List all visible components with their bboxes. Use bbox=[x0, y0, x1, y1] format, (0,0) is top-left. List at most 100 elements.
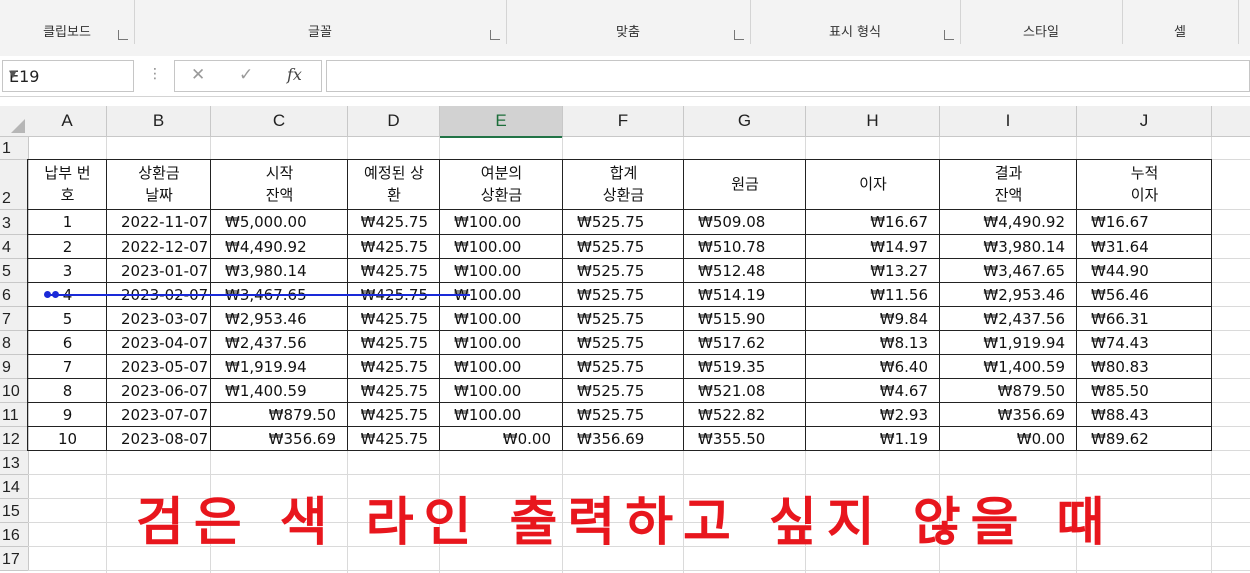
table-cell[interactable]: ₩425.75 bbox=[348, 382, 440, 400]
table-cell[interactable]: ₩515.90 bbox=[684, 310, 806, 328]
enter-icon[interactable]: ✓ bbox=[239, 65, 253, 85]
table-cell[interactable]: ₩425.75 bbox=[348, 334, 440, 352]
table-cell[interactable]: ₩16.67 bbox=[1077, 213, 1212, 231]
table-cell[interactable]: ₩517.62 bbox=[684, 334, 806, 352]
table-header-cell[interactable]: 여분의 상환금 bbox=[440, 162, 563, 206]
more-options-icon[interactable]: ⋮ bbox=[148, 66, 162, 82]
table-cell[interactable]: 2023-04-07 bbox=[107, 334, 211, 352]
table-cell[interactable]: ₩525.75 bbox=[563, 262, 684, 280]
table-cell[interactable]: 2023-07-07 bbox=[107, 406, 211, 424]
table-cell[interactable]: ₩2,953.46 bbox=[940, 286, 1077, 304]
table-cell[interactable]: ₩525.75 bbox=[563, 213, 684, 231]
table-cell[interactable]: ₩1,400.59 bbox=[211, 382, 348, 400]
table-cell[interactable]: ₩525.75 bbox=[563, 382, 684, 400]
row-header[interactable]: 8 bbox=[0, 331, 29, 355]
table-cell[interactable]: ₩3,980.14 bbox=[211, 262, 348, 280]
table-cell[interactable]: ₩2.93 bbox=[806, 406, 940, 424]
table-cell[interactable]: ₩4,490.92 bbox=[940, 213, 1077, 231]
chevron-down-icon[interactable]: ▼ bbox=[9, 69, 127, 80]
table-cell[interactable]: ₩100.00 bbox=[440, 238, 563, 256]
table-cell[interactable]: ₩85.50 bbox=[1077, 382, 1212, 400]
table-header-cell[interactable]: 합계 상환금 bbox=[563, 162, 684, 206]
table-cell[interactable]: ₩80.83 bbox=[1077, 358, 1212, 376]
table-header-cell[interactable]: 시작 잔액 bbox=[211, 162, 348, 206]
table-cell[interactable]: ₩525.75 bbox=[563, 358, 684, 376]
table-cell[interactable]: ₩879.50 bbox=[211, 406, 348, 424]
table-cell[interactable]: ₩100.00 bbox=[440, 213, 563, 231]
table-cell[interactable]: ₩522.82 bbox=[684, 406, 806, 424]
table-header-cell[interactable]: 원금 bbox=[684, 173, 806, 195]
insert-function-icon[interactable]: fx bbox=[287, 65, 302, 84]
table-cell[interactable]: 5 bbox=[28, 310, 107, 328]
table-cell[interactable]: ₩100.00 bbox=[440, 358, 563, 376]
table-cell[interactable]: ₩0.00 bbox=[440, 430, 563, 448]
table-cell[interactable]: 9 bbox=[28, 406, 107, 424]
column-header-g[interactable]: G bbox=[684, 106, 806, 137]
column-header-h[interactable]: H bbox=[806, 106, 940, 137]
table-cell[interactable]: ₩519.35 bbox=[684, 358, 806, 376]
table-cell[interactable]: ₩355.50 bbox=[684, 430, 806, 448]
table-cell[interactable]: ₩2,437.56 bbox=[940, 310, 1077, 328]
table-header-cell[interactable]: 상환금 날짜 bbox=[107, 162, 211, 206]
table-cell[interactable]: ₩425.75 bbox=[348, 358, 440, 376]
column-header-a[interactable]: A bbox=[28, 106, 107, 137]
table-cell[interactable]: ₩9.84 bbox=[806, 310, 940, 328]
table-header-cell[interactable]: 이자 bbox=[806, 173, 940, 195]
table-cell[interactable]: ₩2,953.46 bbox=[211, 310, 348, 328]
column-header-d[interactable]: D bbox=[348, 106, 440, 137]
table-cell[interactable]: 7 bbox=[28, 358, 107, 376]
table-cell[interactable]: ₩2,437.56 bbox=[211, 334, 348, 352]
table-cell[interactable]: ₩525.75 bbox=[563, 310, 684, 328]
table-cell[interactable]: ₩5,000.00 bbox=[211, 213, 348, 231]
row-header[interactable]: 4 bbox=[0, 235, 29, 259]
table-cell[interactable]: 2022-12-07 bbox=[107, 238, 211, 256]
table-cell[interactable]: ₩11.56 bbox=[806, 286, 940, 304]
table-cell[interactable]: ₩14.97 bbox=[806, 238, 940, 256]
table-cell[interactable]: ₩66.31 bbox=[1077, 310, 1212, 328]
table-cell[interactable]: ₩88.43 bbox=[1077, 406, 1212, 424]
table-header-cell[interactable]: 예정된 상환 bbox=[348, 162, 440, 206]
column-header-e[interactable]: E bbox=[440, 106, 563, 138]
row-header[interactable]: 13 bbox=[0, 451, 29, 475]
column-header-f[interactable]: F bbox=[563, 106, 684, 137]
column-header-b[interactable]: B bbox=[107, 106, 211, 137]
table-cell[interactable]: ₩425.75 bbox=[348, 406, 440, 424]
table-cell[interactable]: ₩1,919.94 bbox=[940, 334, 1077, 352]
column-header-i[interactable]: I bbox=[940, 106, 1077, 137]
table-cell[interactable]: ₩3,467.65 bbox=[940, 262, 1077, 280]
column-header-j[interactable]: J bbox=[1077, 106, 1212, 137]
dialog-launcher-icon[interactable] bbox=[490, 30, 500, 40]
table-cell[interactable]: ₩525.75 bbox=[563, 286, 684, 304]
table-cell[interactable]: ₩521.08 bbox=[684, 382, 806, 400]
table-cell[interactable]: ₩425.75 bbox=[348, 310, 440, 328]
table-cell[interactable]: ₩510.78 bbox=[684, 238, 806, 256]
table-cell[interactable]: ₩100.00 bbox=[440, 334, 563, 352]
cancel-icon[interactable]: ✕ bbox=[191, 65, 205, 85]
table-cell[interactable]: 2022-11-07 bbox=[107, 213, 211, 231]
table-cell[interactable]: ₩100.00 bbox=[440, 262, 563, 280]
row-header[interactable]: 17 bbox=[0, 547, 29, 571]
table-cell[interactable]: ₩425.75 bbox=[348, 213, 440, 231]
table-cell[interactable]: ₩8.13 bbox=[806, 334, 940, 352]
row-header[interactable]: 12 bbox=[0, 427, 29, 451]
row-header[interactable]: 16 bbox=[0, 523, 29, 547]
table-cell[interactable]: 6 bbox=[28, 334, 107, 352]
table-cell[interactable]: 2023-08-07 bbox=[107, 430, 211, 448]
table-cell[interactable]: ₩56.46 bbox=[1077, 286, 1212, 304]
table-cell[interactable]: ₩4.67 bbox=[806, 382, 940, 400]
table-cell[interactable]: ₩356.69 bbox=[563, 430, 684, 448]
row-header[interactable]: 2 bbox=[0, 160, 29, 210]
table-header-cell[interactable]: 납부 번호 bbox=[28, 162, 107, 206]
table-cell[interactable]: ₩879.50 bbox=[940, 382, 1077, 400]
table-cell[interactable]: ₩44.90 bbox=[1077, 262, 1212, 280]
table-cell[interactable]: ₩13.27 bbox=[806, 262, 940, 280]
table-cell[interactable]: ₩100.00 bbox=[440, 382, 563, 400]
table-cell[interactable]: ₩1.19 bbox=[806, 430, 940, 448]
table-header-cell[interactable]: 결과 잔액 bbox=[940, 162, 1077, 206]
formula-input[interactable] bbox=[326, 60, 1250, 92]
table-cell[interactable]: ₩6.40 bbox=[806, 358, 940, 376]
select-all-corner[interactable] bbox=[0, 106, 29, 137]
table-cell[interactable]: ₩31.64 bbox=[1077, 238, 1212, 256]
dialog-launcher-icon[interactable] bbox=[944, 30, 954, 40]
table-cell[interactable]: ₩0.00 bbox=[940, 430, 1077, 448]
